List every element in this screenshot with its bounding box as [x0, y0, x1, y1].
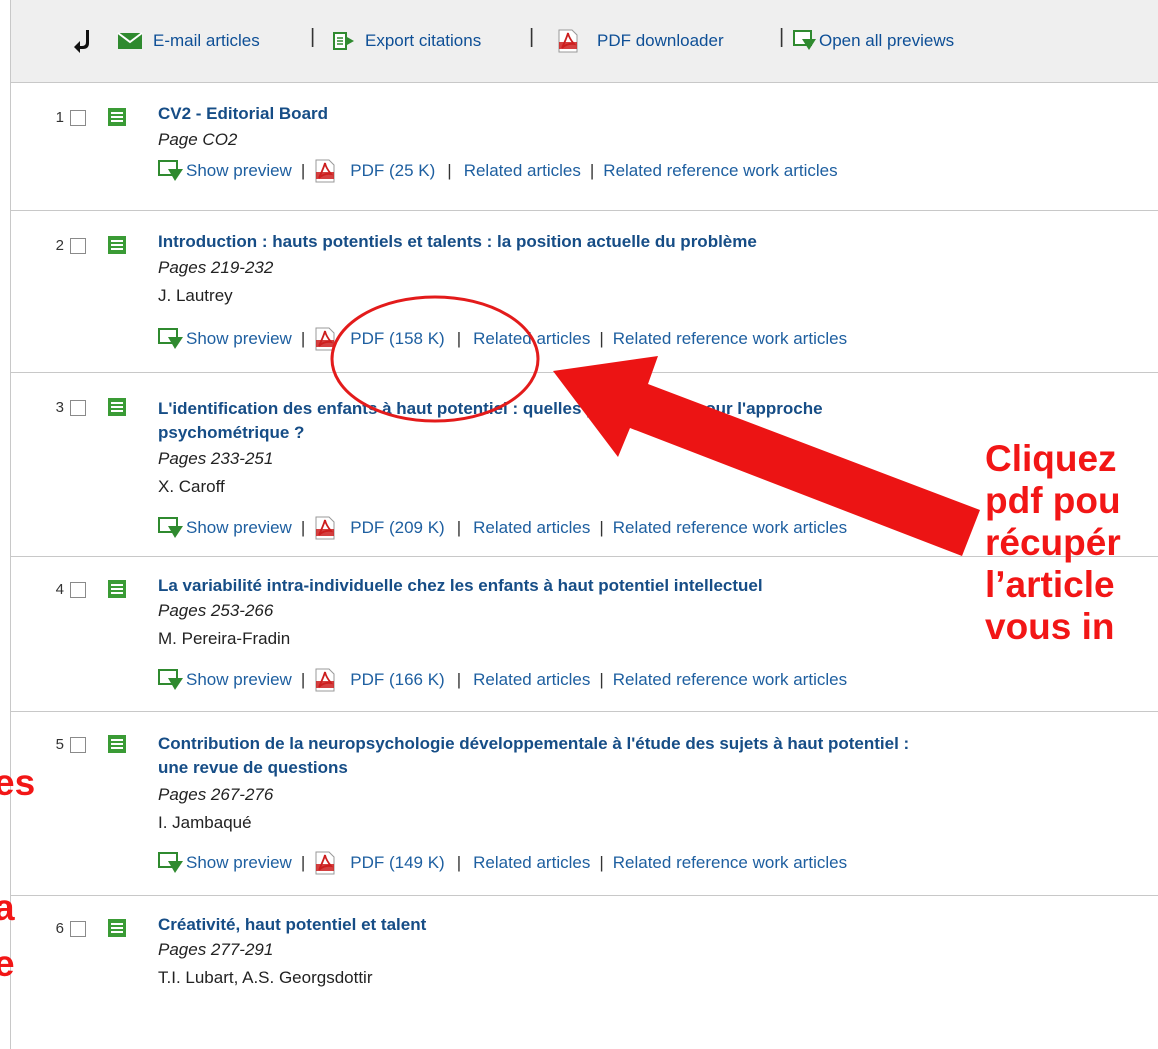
instruction-callout: Cliquez pdf pou récupér l’article vous i… [985, 438, 1121, 647]
highlight-circle [330, 295, 540, 423]
screenshot: E-mail articles | Export citations | PDF… [0, 0, 1158, 1049]
red-arrow [553, 356, 980, 556]
